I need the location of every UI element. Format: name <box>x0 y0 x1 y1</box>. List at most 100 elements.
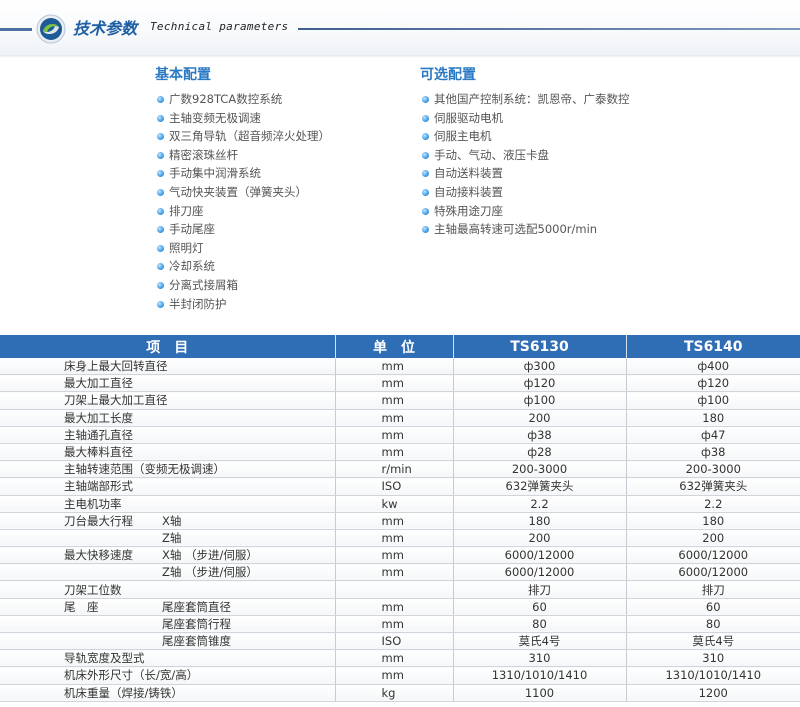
ts6130-value: 排刀 <box>453 580 627 599</box>
param-name-cell: 床身上最大回转直径 <box>0 358 336 376</box>
basic-config-list: 广数928TCA数控系统主轴变频无极调速 双三角导轨（超音频淬火处理） 精密滚珠丝杆… <box>155 90 330 313</box>
optional-item: 伺服驱动电机 <box>420 109 630 128</box>
param-name-cell: 机床外形尺寸（长/宽/高） <box>0 666 336 685</box>
optional-item-label: 特殊用途刀座 <box>434 203 503 218</box>
basic-item-label: 精密滚珠丝杆 <box>169 147 238 162</box>
table-row: 尾 座尾座套筒直径 mm 60 60 <box>0 598 800 616</box>
ts6130-value: 200 <box>453 529 627 548</box>
unit-cell: mm <box>335 649 454 668</box>
table-row: Z轴 mm 200 200 <box>0 529 800 548</box>
unit-cell: mm <box>335 563 454 582</box>
optional-config-title: 可选配置 <box>420 67 476 83</box>
optional-item-label: 伺服主电机 <box>434 129 492 144</box>
param-name-cell: 尾座套筒锥度 <box>0 632 336 651</box>
bullet-icon <box>157 244 164 252</box>
ts6130-value: 310 <box>453 649 627 668</box>
ts6140-value: 莫氏4号 <box>626 632 800 651</box>
ts6140-value: 60 <box>626 598 800 616</box>
param-name: 最大棒料直径 <box>64 445 133 460</box>
ts6130-value: ф100 <box>453 391 627 410</box>
param-name: 最大加工长度 <box>64 410 133 425</box>
unit-cell: kw <box>335 495 454 513</box>
table-row: 尾座套筒行程 mm 80 80 <box>0 615 800 634</box>
param-name: 主轴端部形式 <box>64 479 133 494</box>
bullet-icon <box>157 263 164 271</box>
ts6130-value: ф38 <box>453 426 627 444</box>
table-row: 主轴端部形式 ISO 632弹簧夹头 632弹簧夹头 <box>0 477 800 496</box>
bullet-icon <box>422 151 429 159</box>
basic-config-section: 基本配置 广数928TCA数控系统主轴变频无极调速 双三角导轨（超音频淬火处理） 精… <box>155 64 330 313</box>
optional-item: 主轴最高转速可选配5000r/min <box>420 220 630 239</box>
param-name: 刀架上最大加工直径 <box>64 393 168 408</box>
ts6140-value: 1310/1010/1410 <box>626 666 800 685</box>
param-name-cell: 导轨宽度及型式 <box>0 649 336 668</box>
param-name: 主轴转速范围（变频无极调速） <box>64 462 225 477</box>
ts6140-value: 排刀 <box>626 580 800 599</box>
ts6130-value: 200 <box>453 409 627 427</box>
basic-item: 排刀座 <box>155 202 330 221</box>
ts6140-value: 632弹簧夹头 <box>626 477 800 496</box>
bullet-icon <box>157 114 164 122</box>
table-row: Z轴 （步进/伺服） mm 6000/12000 6000/12000 <box>0 563 800 582</box>
basic-item: 照明灯 <box>155 239 330 258</box>
table-row: 刀台最大行程 X轴 mm 180 180 <box>0 512 800 530</box>
param-subname: 尾座套筒锥度 <box>162 634 231 649</box>
param-subname: Z轴 （步进/伺服） <box>162 565 258 580</box>
param-name: 刀台最大行程 <box>64 513 133 528</box>
basic-item: 半封闭防护 <box>155 295 330 314</box>
bullet-icon <box>157 96 164 103</box>
bullet-icon <box>422 207 429 215</box>
basic-item: 气动快夹装置（弹簧夹头） <box>155 183 330 202</box>
optional-config-list: 其他国产控制系统：凯恩帝、广泰数控 伺服驱动电机 伺服主电机 手动、气动、液压卡盘 自动… <box>420 90 630 239</box>
unit-cell: mm <box>335 546 454 565</box>
param-subname: 尾座套筒行程 <box>162 616 231 631</box>
section-title: 技术参数 <box>73 19 138 38</box>
ts6130-value: 6000/12000 <box>453 546 627 565</box>
basic-item: 冷却系统 <box>155 257 330 276</box>
section-subtitle: Technical parameters <box>150 20 289 33</box>
basic-item-label: 广数928TCA数控系统 <box>169 92 283 106</box>
table-row: 刀架工位数 排刀 排刀 <box>0 580 800 599</box>
ts6130-value: 莫氏4号 <box>453 632 627 651</box>
banner-left-line <box>0 28 32 31</box>
table-row: 刀架上最大加工直径 mm ф100 ф100 <box>0 391 800 410</box>
ts6140-value: 180 <box>626 409 800 427</box>
param-name <box>64 530 162 546</box>
header-item: 项 目 <box>0 335 336 358</box>
ts6130-value: 1100 <box>453 684 627 702</box>
basic-item: 双三角导轨（超音频淬火处理） <box>155 127 330 146</box>
basic-item-label: 半封闭防护 <box>169 296 227 311</box>
ts6130-value: 632弹簧夹头 <box>453 477 627 496</box>
bullet-icon <box>422 226 429 234</box>
bullet-icon <box>157 133 164 141</box>
table-row: 主轴通孔直径 mm ф38 ф47 <box>0 426 800 444</box>
ts6140-value: 180 <box>626 512 800 530</box>
ts6140-value: 1200 <box>626 684 800 702</box>
basic-item: 主轴变频无极调速 <box>155 109 330 128</box>
table-row: 最大加工长度 mm 200 180 <box>0 409 800 427</box>
optional-item: 其他国产控制系统：凯恩帝、广泰数控 <box>420 90 630 109</box>
param-name-cell: 机床重量（焊接/铸铁） <box>0 684 336 702</box>
unit-cell: mm <box>335 409 454 427</box>
table-row: 机床外形尺寸（长/宽/高） mm 1310/1010/1410 1310/1010/1… <box>0 666 800 685</box>
bullet-icon <box>422 114 429 122</box>
unit-cell: mm <box>335 374 454 393</box>
param-name-cell: 最大棒料直径 <box>0 443 336 462</box>
ts6130-value: 200-3000 <box>453 460 627 479</box>
optional-item: 手动、气动、液压卡盘 <box>420 146 630 165</box>
banner-right-line <box>298 28 800 30</box>
ts6140-value: 200 <box>626 529 800 548</box>
bullet-icon <box>157 188 164 196</box>
optional-item-label: 伺服驱动电机 <box>434 110 503 125</box>
optional-config-section: 可选配置 其他国产控制系统：凯恩帝、广泰数控 伺服驱动电机 伺服主电机手动、气动、液… <box>420 64 630 239</box>
param-name: 尾 座 <box>64 599 99 614</box>
basic-config-title: 基本配置 <box>155 67 211 83</box>
param-name: 最大加工直径 <box>64 376 133 391</box>
param-name-cell: 刀台最大行程 X轴 <box>0 512 336 530</box>
param-name-cell: 最大加工长度 <box>0 409 336 427</box>
ts6140-value: 6000/12000 <box>626 546 800 565</box>
table-row: 主轴转速范围（变频无极调速） r/min 200-3000 200-3000 <box>0 460 800 479</box>
table-row: 尾座套筒锥度 ISO 莫氏4号 莫氏4号 <box>0 632 800 651</box>
basic-item-label: 双三角导轨（超音频淬火处理） <box>169 129 330 144</box>
param-name: 导轨宽度及型式 <box>64 651 145 666</box>
